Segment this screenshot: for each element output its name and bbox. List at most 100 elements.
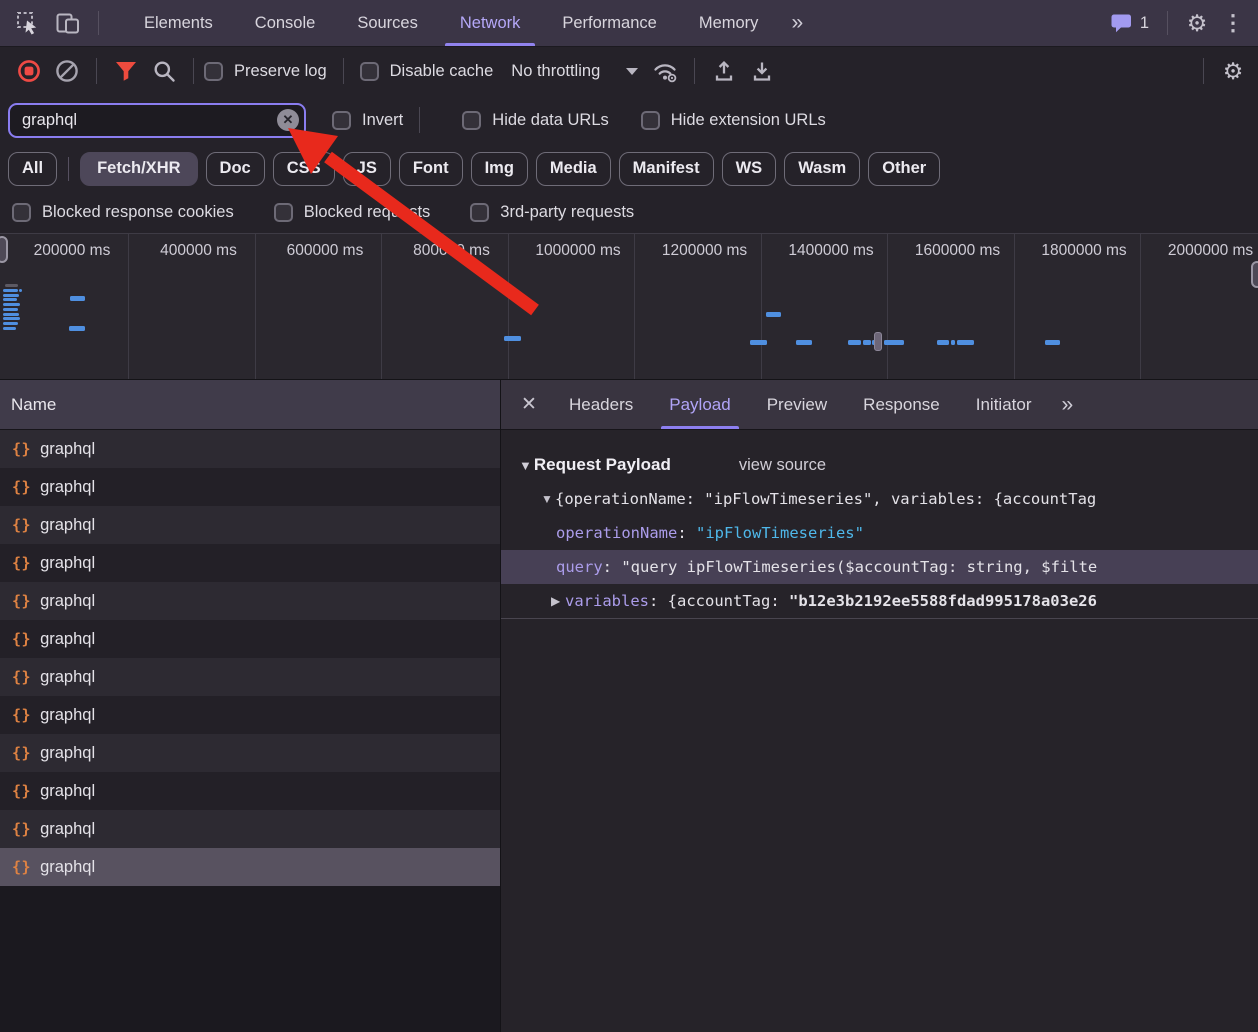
payload-divider bbox=[501, 618, 1258, 619]
inspect-element-icon[interactable] bbox=[8, 0, 48, 46]
waterfall-bar bbox=[863, 340, 871, 345]
tab-performance[interactable]: Performance bbox=[541, 0, 677, 46]
chip-js[interactable]: JS bbox=[343, 152, 391, 186]
hide-data-urls-checkbox[interactable] bbox=[462, 111, 481, 130]
tab-network[interactable]: Network bbox=[439, 0, 542, 46]
request-row[interactable]: {}graphql bbox=[0, 620, 500, 658]
throttling-value: No throttling bbox=[511, 62, 600, 81]
3rd-party-requests-label[interactable]: 3rd-party requests bbox=[500, 203, 634, 222]
payload-operation-name-line[interactable]: operationName: "ipFlowTimeseries" bbox=[501, 516, 1258, 550]
network-overview-timeline[interactable]: 200000 ms400000 ms600000 ms800000 ms1000… bbox=[0, 233, 1258, 380]
request-row[interactable]: {}graphql bbox=[0, 810, 500, 848]
device-toolbar-icon[interactable] bbox=[48, 0, 88, 46]
waterfall-bar bbox=[3, 322, 18, 325]
view-source-link[interactable]: view source bbox=[739, 456, 826, 475]
request-row[interactable]: {}graphql bbox=[0, 468, 500, 506]
preserve-log-label[interactable]: Preserve log bbox=[234, 62, 327, 81]
hide-extension-urls-checkbox[interactable] bbox=[641, 111, 660, 130]
xhr-request-icon: {} bbox=[12, 668, 31, 686]
timeline-tick-label: 2000000 ms bbox=[1146, 242, 1258, 260]
chip-img[interactable]: Img bbox=[471, 152, 528, 186]
request-row[interactable]: {}graphql bbox=[0, 696, 500, 734]
record-network-log-icon[interactable] bbox=[10, 52, 48, 90]
blocked-response-cookies-checkbox[interactable] bbox=[12, 203, 31, 222]
blocked-response-cookies-label[interactable]: Blocked response cookies bbox=[42, 203, 234, 222]
chip-all[interactable]: All bbox=[8, 152, 57, 186]
preserve-log-group: Preserve log bbox=[204, 62, 327, 81]
details-tab-headers[interactable]: Headers bbox=[551, 380, 651, 429]
invert-checkbox[interactable] bbox=[332, 111, 351, 130]
request-row[interactable]: {}graphql bbox=[0, 430, 500, 468]
blocked-requests-label[interactable]: Blocked requests bbox=[304, 203, 431, 222]
payload-variables-line[interactable]: ▶variables: {accountTag: "b12e3b2192ee55… bbox=[501, 584, 1258, 618]
request-row[interactable]: {}graphql bbox=[0, 734, 500, 772]
details-tab-initiator[interactable]: Initiator bbox=[958, 380, 1050, 429]
filter-funnel-icon[interactable] bbox=[107, 52, 145, 90]
details-tab-response[interactable]: Response bbox=[845, 380, 958, 429]
divider bbox=[96, 58, 97, 84]
waterfall-bar bbox=[3, 317, 20, 320]
tab-elements[interactable]: Elements bbox=[123, 0, 234, 46]
chip-media[interactable]: Media bbox=[536, 152, 611, 186]
name-column-header[interactable]: Name bbox=[0, 380, 500, 430]
tab-memory[interactable]: Memory bbox=[678, 0, 780, 46]
tab-sources[interactable]: Sources bbox=[336, 0, 439, 46]
preserve-log-checkbox[interactable] bbox=[204, 62, 223, 81]
payload-preview-line[interactable]: ▼{operationName: "ipFlowTimeseries", var… bbox=[501, 482, 1258, 516]
chip-wasm[interactable]: Wasm bbox=[784, 152, 860, 186]
blocked-requests-checkbox[interactable] bbox=[274, 203, 293, 222]
chip-doc[interactable]: Doc bbox=[206, 152, 265, 186]
import-har-icon[interactable] bbox=[705, 52, 743, 90]
json-key: operationName bbox=[556, 524, 677, 542]
payload-query-line-selected[interactable]: query: "query ipFlowTimeseries($accountT… bbox=[501, 550, 1258, 584]
details-more-tabs-icon[interactable]: » bbox=[1049, 393, 1085, 417]
request-row[interactable]: {}graphql bbox=[0, 848, 500, 886]
search-icon[interactable] bbox=[145, 52, 183, 90]
filter-input[interactable] bbox=[8, 103, 306, 138]
invert-label[interactable]: Invert bbox=[362, 111, 403, 130]
expand-triangle-icon[interactable]: ▼ bbox=[541, 492, 555, 506]
xhr-request-icon: {} bbox=[12, 706, 31, 724]
request-row[interactable]: {}graphql bbox=[0, 544, 500, 582]
clear-network-log-icon[interactable] bbox=[48, 52, 86, 90]
devtools-tabbar: ElementsConsoleSourcesNetworkPerformance… bbox=[0, 0, 1258, 47]
close-details-icon[interactable]: ✕ bbox=[507, 393, 551, 416]
collapse-triangle-icon[interactable]: ▼ bbox=[519, 458, 532, 473]
clear-filter-icon[interactable]: ✕ bbox=[277, 109, 299, 131]
settings-gear-icon[interactable]: ⚙ bbox=[1178, 10, 1216, 37]
caret-down-icon bbox=[626, 68, 638, 75]
more-panels-icon[interactable]: » bbox=[779, 0, 817, 46]
disable-cache-label[interactable]: Disable cache bbox=[390, 62, 494, 81]
network-settings-gear-icon[interactable]: ⚙ bbox=[1214, 58, 1252, 85]
details-tabbar: ✕ HeadersPayloadPreviewResponseInitiator… bbox=[501, 380, 1258, 430]
network-main-split: Name {}graphql{}graphql{}graphql{}graphq… bbox=[0, 380, 1258, 1032]
request-row[interactable]: {}graphql bbox=[0, 658, 500, 696]
details-tab-payload[interactable]: Payload bbox=[651, 380, 748, 429]
request-row[interactable]: {}graphql bbox=[0, 772, 500, 810]
hide-data-urls-label[interactable]: Hide data URLs bbox=[492, 111, 608, 130]
request-row[interactable]: {}graphql bbox=[0, 506, 500, 544]
chip-css[interactable]: CSS bbox=[273, 152, 335, 186]
chip-font[interactable]: Font bbox=[399, 152, 463, 186]
network-conditions-icon[interactable] bbox=[646, 52, 684, 90]
export-har-icon[interactable] bbox=[743, 52, 781, 90]
details-tab-preview[interactable]: Preview bbox=[749, 380, 845, 429]
chip-other[interactable]: Other bbox=[868, 152, 940, 186]
3rd-party-requests-checkbox[interactable] bbox=[470, 203, 489, 222]
xhr-request-icon: {} bbox=[12, 630, 31, 648]
chip-fetch-xhr[interactable]: Fetch/XHR bbox=[80, 152, 197, 186]
section-title[interactable]: Request Payload bbox=[534, 455, 671, 475]
tab-console[interactable]: Console bbox=[234, 0, 337, 46]
chip-manifest[interactable]: Manifest bbox=[619, 152, 714, 186]
customize-menu-icon[interactable]: ⋮ bbox=[1216, 10, 1250, 36]
chip-ws[interactable]: WS bbox=[722, 152, 777, 186]
hide-extension-urls-label[interactable]: Hide extension URLs bbox=[671, 111, 826, 130]
expand-triangle-icon[interactable]: ▶ bbox=[551, 594, 565, 608]
issues-button[interactable]: 1 bbox=[1102, 13, 1157, 34]
disable-cache-checkbox[interactable] bbox=[360, 62, 379, 81]
request-row[interactable]: {}graphql bbox=[0, 582, 500, 620]
overview-right-grabber[interactable] bbox=[1251, 261, 1258, 288]
timeline-tick-label: 1200000 ms bbox=[640, 242, 770, 260]
json-string-value: "ipFlowTimeseries" bbox=[696, 524, 864, 542]
throttling-select[interactable]: No throttling bbox=[511, 62, 638, 81]
